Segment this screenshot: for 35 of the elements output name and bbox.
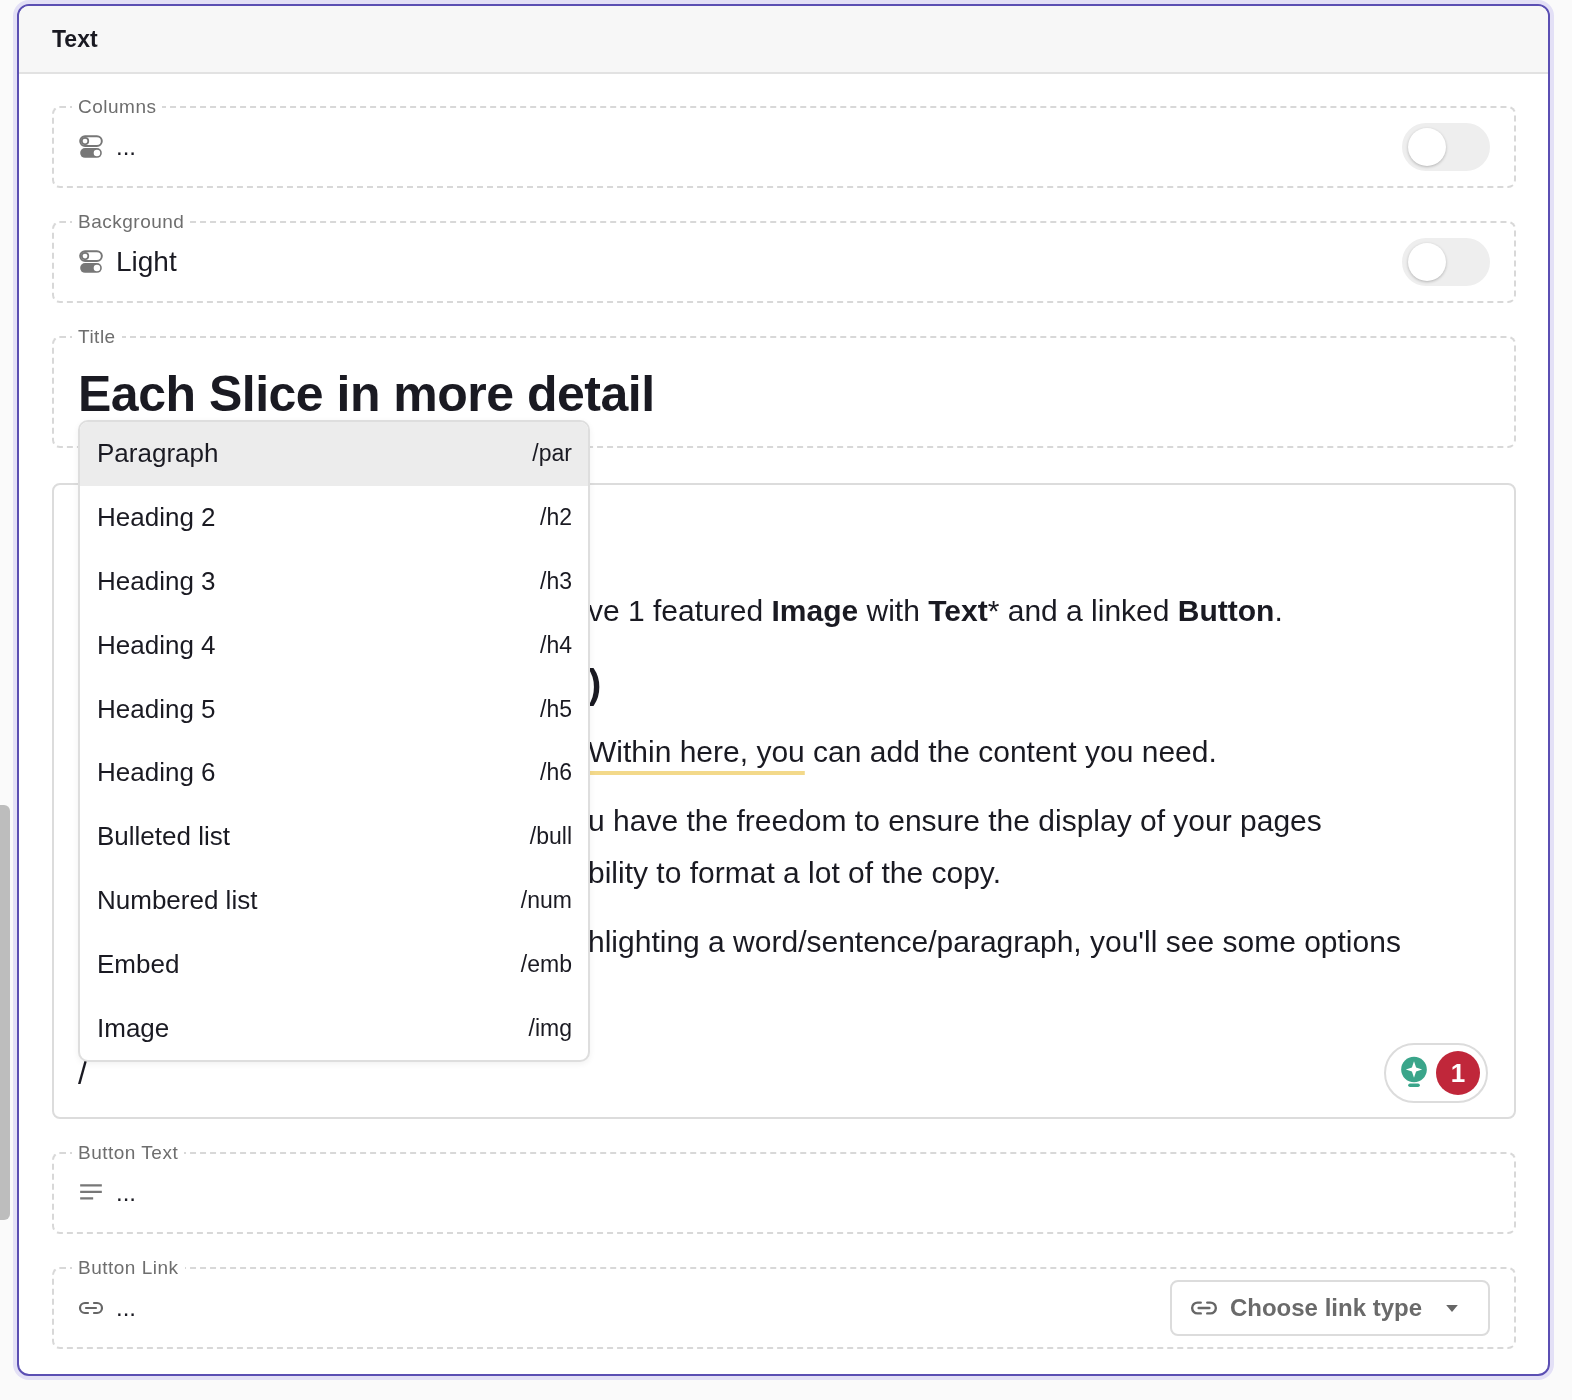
menu-item[interactable]: Bulleted list /bull (80, 804, 588, 869)
menu-item[interactable]: Heading 5 /h5 (80, 677, 588, 741)
paragraph-text: Within here, you can add the content you need. (588, 734, 1218, 770)
heading-fragment: ) (588, 661, 603, 708)
menu-item[interactable]: Heading 2 /h2 (80, 485, 588, 550)
field-label: Button Text (77, 1142, 180, 1164)
caret-icon (1446, 1304, 1458, 1312)
field-value: ... (116, 133, 136, 161)
toggle-icon (78, 249, 104, 275)
field-label: Button Link (77, 1257, 180, 1279)
grammar-widget[interactable]: 1 (1384, 1043, 1488, 1103)
toggle-switch[interactable] (1402, 123, 1490, 171)
issue-count-badge: 1 (1436, 1051, 1480, 1095)
scrollbar-thumb[interactable] (0, 805, 10, 1220)
field-value: Light (116, 246, 177, 278)
paragraph-text: u have the freedom to ensure the display of your pages bility to format a lot of the copy. (588, 803, 1323, 891)
menu-item[interactable]: Heading 4 /h4 (80, 613, 588, 678)
toggle-switch[interactable] (1402, 238, 1490, 286)
panel-title: Text (52, 25, 98, 53)
menu-item[interactable]: Paragraph /par (80, 422, 588, 486)
link-icon (1189, 1299, 1218, 1317)
field-label: Columns (77, 96, 158, 118)
link-type-dropdown[interactable]: Choose link type (1169, 1280, 1490, 1336)
paragraph-text: ve 1 featured Image with Text* and a linked Button. (588, 593, 1284, 629)
menu-item[interactable]: Numbered list /num (80, 868, 588, 933)
paragraph-text: hlighting a word/sentence/paragraph, you'll see some options (588, 924, 1402, 960)
title-text: Each Slice in more detail (78, 366, 656, 422)
menu-item[interactable]: Heading 3 /h3 (80, 549, 588, 614)
toggle-icon (78, 134, 104, 160)
menu-item[interactable]: Embed /emb (80, 932, 588, 997)
field-value: ... (116, 1294, 136, 1322)
field-label: Background (77, 211, 186, 233)
field-label: Title (77, 326, 117, 348)
field-value: ... (116, 1179, 136, 1207)
menu-item[interactable]: Heading 6 /h6 (80, 741, 588, 805)
